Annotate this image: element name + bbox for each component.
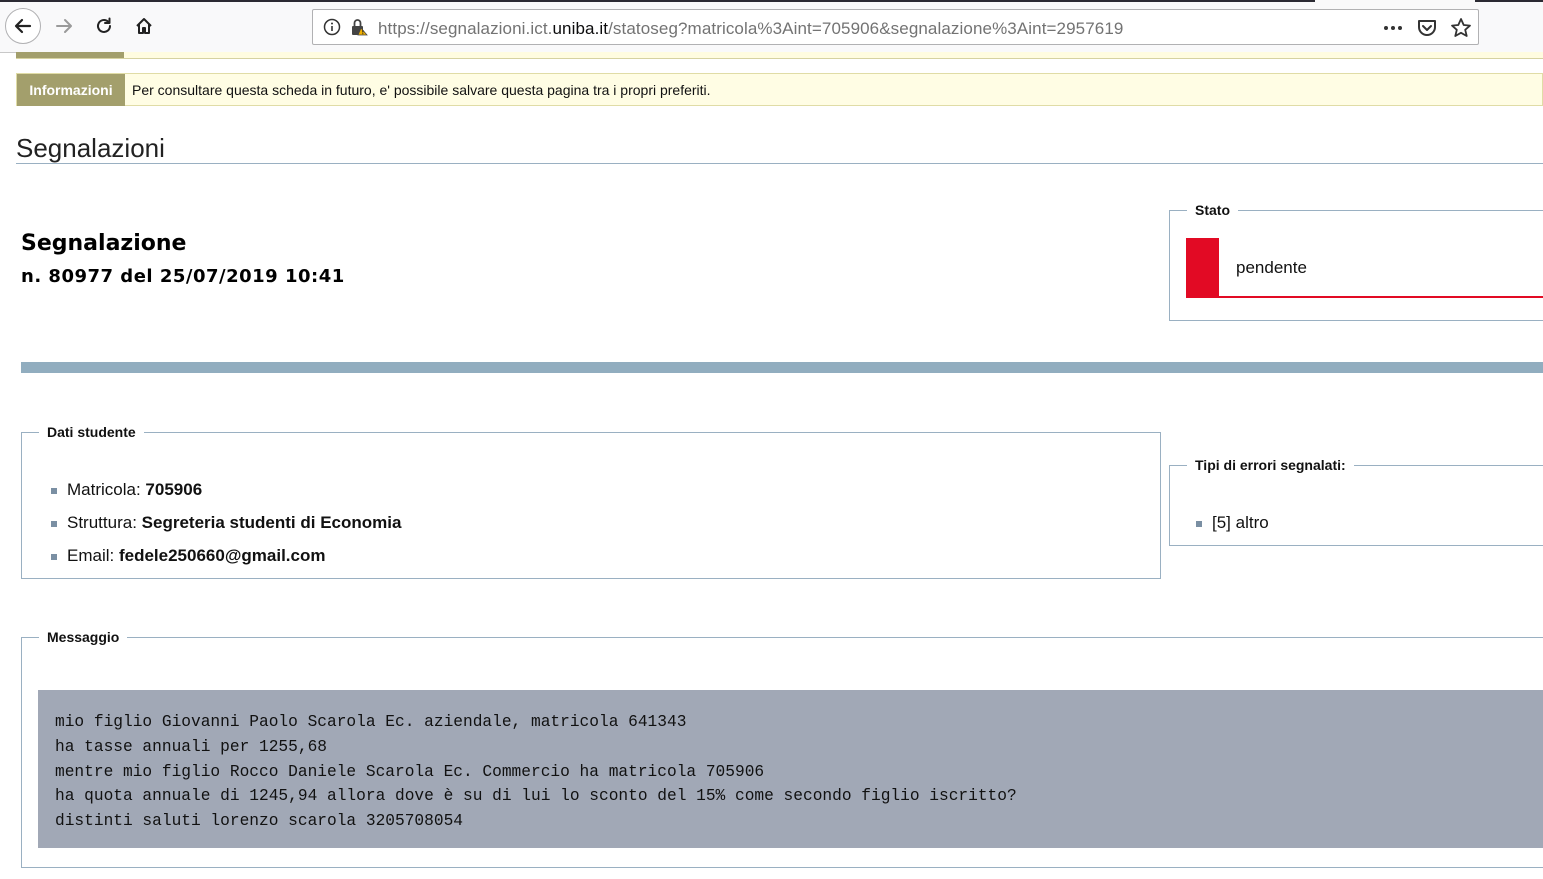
info-bar: Informazioni Per consultare questa sched… — [16, 73, 1543, 106]
email-value: fedele250660@gmail.com — [118, 546, 326, 565]
top-notice-strip — [16, 52, 1543, 59]
stato-legend: Stato — [1195, 202, 1230, 218]
title-divider — [16, 163, 1543, 164]
info-label: Informazioni — [17, 74, 125, 106]
home-icon — [136, 18, 152, 34]
pocket-icon[interactable] — [1416, 18, 1438, 38]
back-arrow-icon — [14, 18, 32, 34]
reload-icon — [97, 17, 111, 33]
tab-strip-line — [0, 0, 1315, 2]
messaggio-line: mentre mio figlio Rocco Daniele Scarola … — [55, 762, 765, 781]
struttura-value: Segreteria studenti di Economia — [141, 513, 402, 532]
dati-studente-list: Matricola: 705906 Struttura: Segreteria … — [47, 480, 401, 579]
messaggio-line: ha quota annuale di 1245,94 allora dove … — [55, 787, 1017, 806]
matricola-value: 705906 — [145, 480, 203, 499]
insecure-lock-icon[interactable] — [349, 17, 369, 37]
info-icon[interactable] — [323, 18, 341, 36]
bookmark-star-icon[interactable] — [1450, 17, 1472, 39]
matricola-label: Matricola: — [67, 480, 141, 499]
browser-toolbar: https://segnalazioni.ict.uniba.it/statos… — [0, 0, 1543, 53]
messaggio-line: mio figlio Giovanni Paolo Scarola Ec. az… — [55, 713, 687, 731]
dati-studente-legend: Dati studente — [47, 424, 136, 440]
stato-indicator: pendente — [1186, 238, 1543, 298]
segnalazione-number-date: n. 80977 del 25/07/2019 10:41 — [21, 266, 345, 287]
list-item-email: Email: fedele250660@gmail.com — [47, 546, 401, 579]
forward-arrow-icon — [56, 19, 72, 33]
more-icon[interactable] — [1382, 18, 1404, 38]
messaggio-line: ha tasse annuali per 1255,68 — [55, 737, 327, 756]
forward-button[interactable] — [46, 8, 82, 44]
dati-studente-panel: Dati studente Matricola: 705906 Struttur… — [21, 424, 1161, 579]
stato-panel: Stato pendente — [1169, 202, 1543, 321]
top-notice-strip-label — [16, 52, 124, 58]
messaggio-panel: Messaggio mio figlio Giovanni Paolo Scar… — [21, 629, 1543, 868]
url-domain: uniba.it — [552, 19, 609, 38]
tipi-errori-legend: Tipi di errori segnalati: — [1195, 457, 1346, 473]
messaggio-line: distinti saluti lorenzo scarola 32057080… — [55, 812, 463, 831]
tab-strip-line — [1475, 0, 1543, 2]
list-item-struttura: Struttura: Segreteria studenti di Econom… — [47, 513, 401, 546]
tipi-errori-list: [5] altro — [1192, 513, 1269, 546]
url-path: /statoseg?matricola%3Aint=705906&segnala… — [608, 19, 1124, 38]
messaggio-text: mio figlio Giovanni Paolo Scarola Ec. az… — [38, 690, 1543, 848]
back-button[interactable] — [5, 8, 41, 44]
url-text[interactable]: https://segnalazioni.ict.uniba.it/statos… — [378, 19, 1123, 39]
url-prefix: https://segnalazioni.ict. — [378, 19, 553, 38]
section-separator — [21, 362, 1543, 373]
info-text: Per consultare questa scheda in futuro, … — [132, 82, 711, 98]
list-item-errore: [5] altro — [1192, 513, 1269, 546]
home-button[interactable] — [126, 8, 162, 44]
segnalazione-title: Segnalazione — [21, 231, 187, 256]
struttura-label: Struttura: — [67, 513, 137, 532]
tipi-errori-panel: Tipi di errori segnalati: [5] altro — [1169, 457, 1543, 546]
stato-value: pendente — [1236, 258, 1307, 277]
email-label: Email: — [67, 546, 115, 565]
page-title: Segnalazioni — [16, 133, 165, 163]
stato-color-swatch — [1186, 238, 1219, 296]
reload-button[interactable] — [86, 8, 122, 44]
messaggio-legend: Messaggio — [47, 629, 120, 645]
list-item-matricola: Matricola: 705906 — [47, 480, 401, 513]
url-bar[interactable]: https://segnalazioni.ict.uniba.it/statos… — [312, 9, 1479, 45]
